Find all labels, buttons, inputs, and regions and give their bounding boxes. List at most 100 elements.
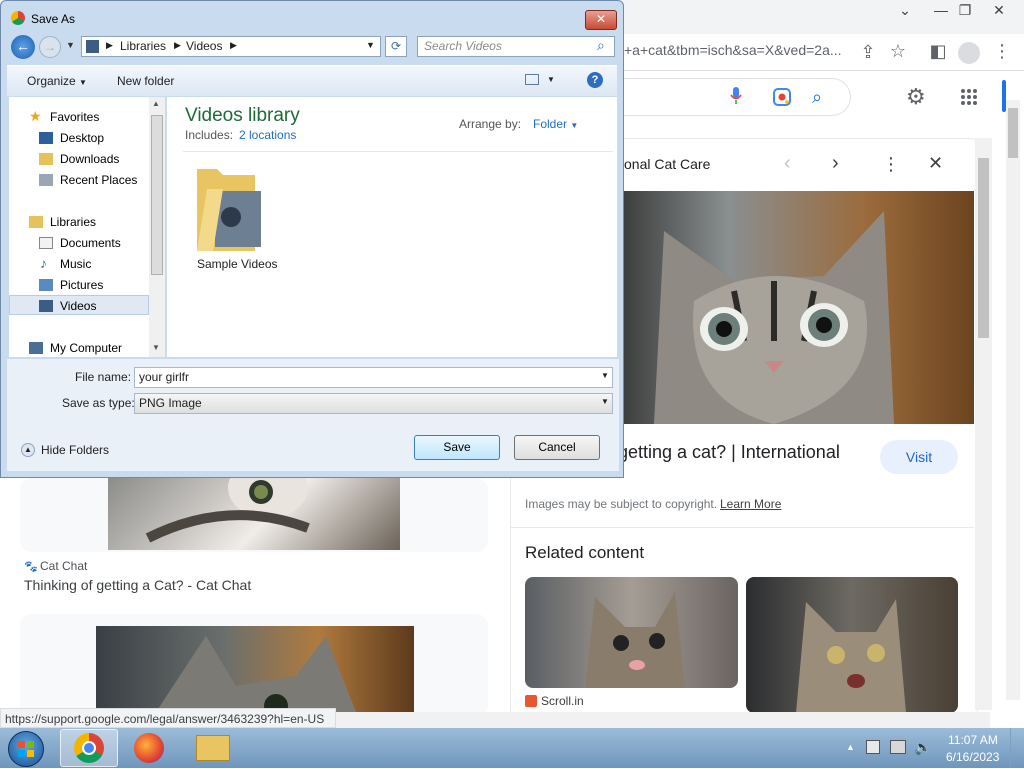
favorites-star-icon: ★ — [29, 108, 42, 124]
save-options-pane: File name: your girlfr ▼ Save as type: P… — [7, 359, 619, 471]
show-hidden-icons[interactable]: ▲ — [846, 742, 855, 752]
includes-label: Includes: — [185, 128, 234, 142]
nav-desktop[interactable]: Desktop — [60, 131, 104, 145]
new-folder-button[interactable]: New folder — [117, 74, 174, 88]
hide-folders-chevron-icon[interactable]: ▲ — [21, 443, 35, 457]
save-as-type-dropdown-icon[interactable]: ▼ — [601, 397, 609, 406]
page-scrollbar[interactable] — [1006, 100, 1020, 700]
visit-button[interactable]: Visit — [880, 440, 958, 474]
hide-folders-button[interactable]: Hide Folders — [41, 443, 109, 457]
organize-button[interactable]: Organize ▼ — [27, 74, 87, 88]
scroll-down-icon[interactable]: ▼ — [152, 343, 160, 352]
next-arrow-icon[interactable]: › — [832, 152, 839, 175]
search-videos-input[interactable]: Search Videos — [417, 36, 615, 57]
learn-more-link[interactable]: Learn More — [720, 497, 781, 511]
refresh-icon[interactable]: ⟳ — [385, 36, 407, 57]
header-divider — [183, 151, 613, 152]
search-icon[interactable]: ⌕ — [597, 37, 605, 54]
address-breadcrumb[interactable]: ▶ Libraries ▶ Videos ▶ ▼ — [81, 36, 381, 57]
nav-music[interactable]: Music — [60, 257, 91, 271]
action-center-icon[interactable] — [866, 740, 880, 754]
result-title[interactable]: Thinking of getting a Cat? - Cat Chat — [24, 577, 251, 593]
sample-videos-label[interactable]: Sample Videos — [197, 257, 278, 271]
help-icon[interactable]: ? — [587, 72, 603, 88]
result-source[interactable]: Cat Chat — [40, 559, 87, 573]
nav-videos[interactable]: Videos — [60, 299, 96, 313]
file-name-label: File name: — [75, 370, 132, 384]
divider — [510, 527, 974, 528]
forward-button[interactable]: → — [39, 36, 61, 58]
view-options-icon[interactable] — [525, 74, 539, 85]
arrange-chevron-icon: ▼ — [570, 121, 579, 130]
nav-documents[interactable]: Documents — [60, 236, 121, 250]
save-as-type-select[interactable]: PNG Image — [134, 393, 613, 414]
breadcrumb-separator-icon: ▶ — [106, 40, 113, 50]
chrome-logo-icon — [11, 11, 25, 25]
save-as-type-label: Save as type: — [62, 396, 135, 410]
cancel-button[interactable]: Cancel — [514, 435, 600, 460]
breadcrumb-libraries[interactable]: Libraries — [120, 39, 166, 53]
prev-arrow-icon[interactable]: ‹ — [784, 152, 791, 175]
view-dropdown-icon[interactable]: ▼ — [547, 75, 555, 84]
result-image-cat[interactable] — [108, 478, 400, 550]
bookmark-star-icon[interactable]: ☆ — [886, 41, 910, 62]
start-button-icon[interactable] — [8, 731, 44, 767]
includes-locations-link[interactable]: 2 locations — [239, 128, 296, 142]
panel-caption[interactable]: getting a cat? | International — [618, 442, 840, 463]
back-button[interactable]: ← — [11, 35, 35, 59]
voice-search-icon[interactable] — [729, 86, 743, 106]
more-options-icon[interactable]: ⋮ — [882, 154, 900, 175]
nav-pictures[interactable]: Pictures — [60, 278, 103, 292]
side-panel-icon[interactable]: ◧ — [926, 41, 950, 62]
taskbar-firefox-icon[interactable] — [134, 733, 164, 763]
address-dropdown-icon[interactable]: ▼ — [366, 40, 375, 50]
search-icon[interactable]: ⌕ — [812, 87, 822, 108]
save-button[interactable]: Save — [414, 435, 500, 460]
share-icon[interactable]: ⇪ — [856, 42, 880, 63]
recent-locations-dropdown-icon[interactable]: ▼ — [66, 40, 75, 50]
taskbar-explorer-icon[interactable] — [196, 735, 230, 761]
nav-libraries[interactable]: Libraries — [50, 215, 96, 229]
sample-videos-folder-icon[interactable] — [193, 159, 263, 255]
nav-recent-places[interactable]: Recent Places — [60, 173, 137, 187]
network-icon[interactable] — [890, 740, 906, 754]
settings-gear-icon[interactable]: ⚙ — [906, 84, 926, 110]
nav-scrollbar[interactable]: ▲ ▼ — [149, 97, 165, 357]
nav-favorites[interactable]: Favorites — [50, 110, 99, 124]
apps-grid-icon[interactable] — [960, 88, 978, 106]
related-source[interactable]: Scroll.in — [541, 694, 584, 708]
file-name-input[interactable]: your girlfr — [134, 367, 613, 388]
taskbar-chrome-button[interactable] — [60, 729, 118, 767]
page-scrollbar-thumb[interactable] — [1008, 108, 1018, 158]
tab-search-icon[interactable]: ⌄ — [890, 2, 920, 19]
related-image-2[interactable] — [746, 577, 958, 713]
panel-scrollbar[interactable] — [975, 138, 992, 710]
volume-icon[interactable]: 🔈 — [914, 739, 931, 756]
clock-time[interactable]: 11:07 AM — [948, 733, 998, 747]
library-title: Videos library — [185, 105, 300, 126]
clock-date[interactable]: 6/16/2023 — [946, 750, 999, 764]
nav-my-computer[interactable]: My Computer — [50, 341, 122, 355]
arrange-by-dropdown[interactable]: Folder ▼ — [533, 117, 578, 131]
chrome-menu-icon[interactable]: ⋮ — [990, 41, 1014, 62]
nav-scrollbar-thumb[interactable] — [151, 115, 163, 275]
address-bar-url[interactable]: +a+cat&tbm=isch&sa=X&ved=2a... — [624, 42, 842, 58]
restore-icon[interactable]: ❐ — [950, 2, 980, 19]
pictures-icon — [39, 279, 53, 291]
scrollbar-thumb[interactable] — [978, 158, 989, 338]
result-image-cat-2[interactable] — [96, 626, 414, 712]
nav-downloads[interactable]: Downloads — [60, 152, 119, 166]
file-name-dropdown-icon[interactable]: ▼ — [601, 371, 609, 380]
show-desktop-button[interactable] — [1010, 728, 1024, 768]
close-window-icon[interactable]: ✕ — [984, 2, 1014, 19]
profile-avatar-icon[interactable] — [958, 42, 980, 64]
related-image-1[interactable] — [525, 577, 738, 688]
dialog-close-button[interactable]: ✕ — [585, 10, 617, 30]
lens-search-icon[interactable] — [772, 87, 792, 107]
scroll-up-icon[interactable]: ▲ — [152, 99, 160, 108]
main-cat-image[interactable] — [624, 191, 974, 424]
close-panel-icon[interactable]: ✕ — [928, 153, 943, 174]
panel-title[interactable]: onal Cat Care — [624, 156, 710, 172]
breadcrumb-videos[interactable]: Videos — [186, 39, 222, 53]
breadcrumb-separator-icon: ▶ — [174, 40, 181, 50]
